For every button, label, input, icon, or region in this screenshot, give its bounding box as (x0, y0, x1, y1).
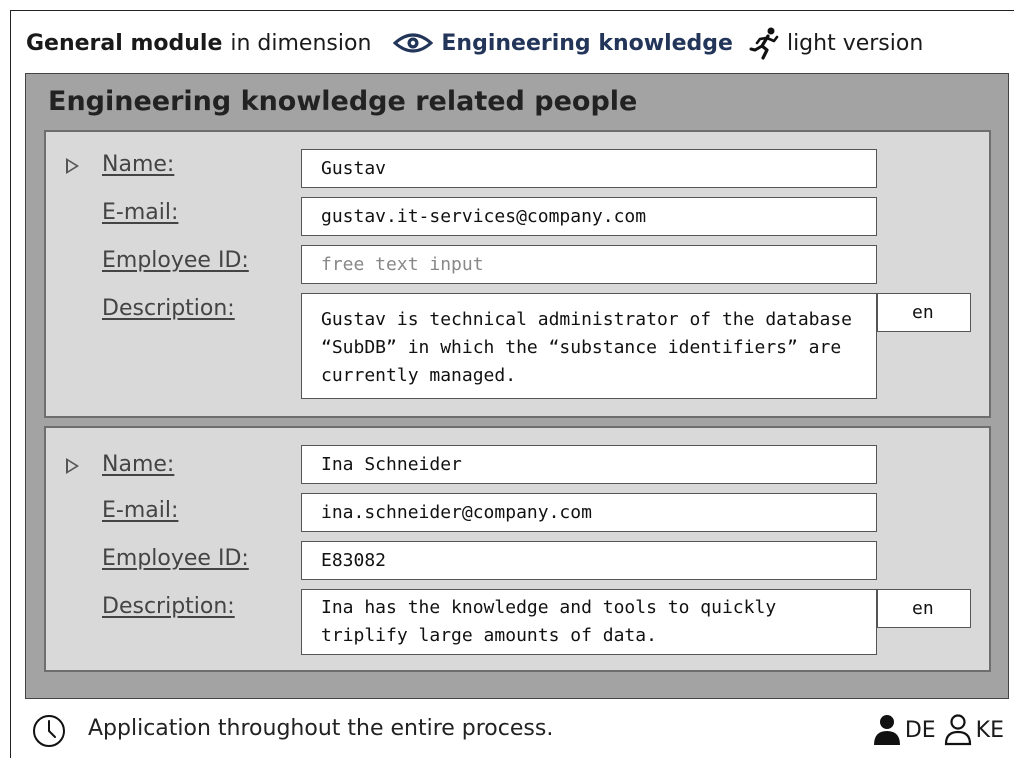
expand-triangle-icon[interactable] (66, 158, 79, 174)
email-field[interactable]: gustav.it-services@company.com (301, 197, 877, 236)
name-field[interactable]: Ina Schneider (301, 445, 877, 484)
dimension-name: Engineering knowledge (441, 30, 733, 56)
role-badges: DE KE (873, 714, 1004, 746)
employee-id-field[interactable]: free text input (301, 245, 877, 284)
name-label[interactable]: Name: (102, 452, 174, 477)
footer: Application throughout the entire proces… (32, 712, 1008, 750)
footer-text: Application throughout the entire proces… (88, 716, 554, 741)
in-dimension-text: in dimension (230, 30, 372, 56)
employee-id-label[interactable]: Employee ID: (102, 248, 249, 273)
frame-top-border (10, 10, 1014, 11)
name-label[interactable]: Name: (102, 152, 174, 177)
description-field[interactable]: Gustav is technical administrator of the… (301, 293, 877, 399)
person-card: Name: Gustav E-mail: gustav.it-services@… (44, 130, 991, 418)
version-label: light version (786, 30, 924, 56)
panel-title: Engineering knowledge related people (48, 86, 638, 117)
person-card: Name: Ina Schneider E-mail: ina.schneide… (44, 426, 991, 672)
description-field[interactable]: Ina has the knowledge and tools to quick… (301, 589, 877, 655)
clock-icon (33, 715, 65, 747)
email-label[interactable]: E-mail: (102, 200, 178, 225)
module-header: General module in dimension Engineering … (26, 26, 923, 60)
email-field[interactable]: ina.schneider@company.com (301, 493, 877, 532)
runner-icon (749, 27, 779, 60)
frame-left-border (10, 10, 11, 758)
email-label[interactable]: E-mail: (102, 498, 178, 523)
name-field[interactable]: Gustav (301, 149, 877, 188)
module-label: General module (26, 30, 223, 56)
related-people-panel: Engineering knowledge related people Nam… (25, 73, 1009, 699)
role-code-ke: KE (975, 717, 1004, 743)
description-label[interactable]: Description: (102, 296, 235, 321)
person-filled-icon (873, 715, 900, 745)
language-selector[interactable]: en (877, 589, 971, 628)
role-code-de: DE (904, 717, 936, 743)
employee-id-label[interactable]: Employee ID: (102, 546, 249, 571)
person-outline-icon (944, 714, 971, 746)
expand-triangle-icon[interactable] (66, 458, 79, 474)
description-label[interactable]: Description: (102, 594, 235, 619)
language-selector[interactable]: en (877, 293, 971, 332)
eye-icon (393, 33, 434, 53)
employee-id-field[interactable]: E83082 (301, 541, 877, 580)
